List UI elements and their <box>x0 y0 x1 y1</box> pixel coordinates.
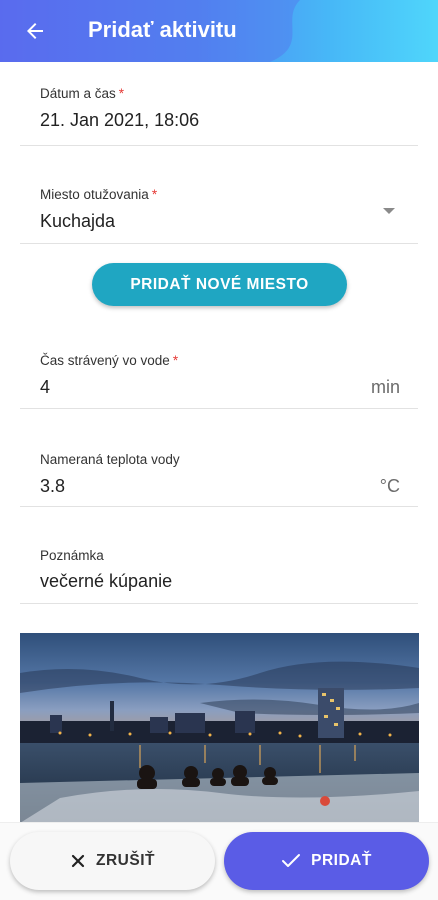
add-new-place-button[interactable]: PRIDAŤ NOVÉ MIESTO <box>92 263 347 306</box>
activity-photo[interactable] <box>20 633 419 823</box>
cancel-button-label: ZRUŠIŤ <box>96 852 155 869</box>
close-icon <box>71 854 85 868</box>
place-label-text: Miesto otužovania <box>40 187 149 202</box>
add-activity-button[interactable]: PRIDAŤ <box>224 832 429 890</box>
place-label: Miesto otužovania * <box>40 187 157 202</box>
datetime-label: Dátum a čas * <box>40 86 124 101</box>
water-temp-value[interactable]: 3.8 <box>40 476 65 497</box>
required-mark: * <box>151 187 158 202</box>
app-bar: Pridať aktivitu <box>0 0 438 62</box>
check-icon <box>282 854 301 867</box>
datetime-label-text: Dátum a čas <box>40 86 116 101</box>
back-button[interactable] <box>18 14 52 48</box>
time-in-water-label: Čas strávený vo vode * <box>40 353 178 368</box>
required-mark: * <box>118 86 125 101</box>
cancel-button[interactable]: ZRUŠIŤ <box>10 832 215 890</box>
add-button-label: PRIDAŤ <box>311 852 372 869</box>
caret-down-icon[interactable] <box>383 208 395 214</box>
arrow-left-icon <box>27 23 43 39</box>
time-in-water-label-text: Čas strávený vo vode <box>40 353 170 368</box>
note-field[interactable] <box>20 536 418 604</box>
required-mark: * <box>172 353 179 368</box>
note-label: Poznámka <box>40 548 104 563</box>
page-title: Pridať aktivitu <box>88 17 237 42</box>
time-unit: min <box>370 377 400 397</box>
note-value[interactable]: večerné kúpanie <box>40 571 172 592</box>
temp-unit: °C <box>379 476 400 496</box>
place-value[interactable]: Kuchajda <box>40 211 115 232</box>
water-temp-label: Nameraná teplota vody <box>40 452 180 467</box>
datetime-value[interactable]: 21. Jan 2021, 18:06 <box>40 110 199 131</box>
winter-swimming-photo <box>20 633 419 823</box>
time-in-water-value[interactable]: 4 <box>40 377 50 398</box>
water-temp-field[interactable] <box>20 440 418 507</box>
